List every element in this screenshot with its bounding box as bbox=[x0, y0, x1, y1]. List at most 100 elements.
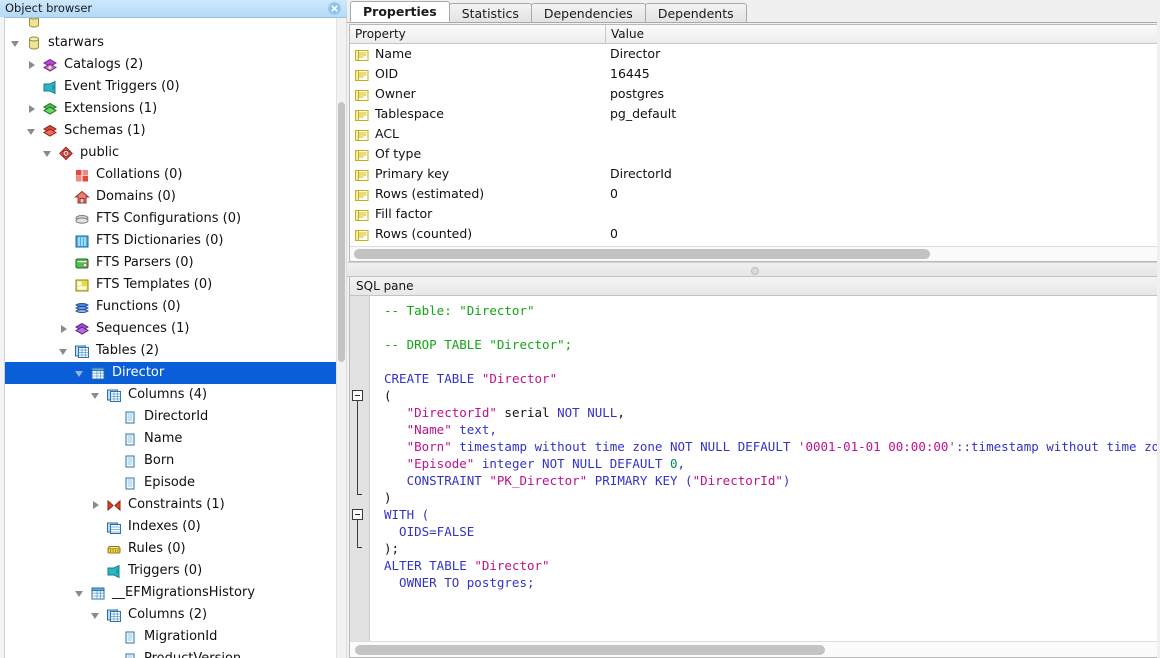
sql-line: ( bbox=[384, 387, 1157, 404]
catalogs-icon bbox=[42, 58, 59, 73]
properties-horizontal-scrollbar[interactable] bbox=[350, 246, 1157, 261]
chevron-right-icon[interactable] bbox=[27, 104, 38, 115]
tree-item[interactable]: Event Triggers (0) bbox=[5, 76, 346, 98]
tree-item-selected[interactable]: Director bbox=[5, 362, 346, 384]
fold-toggle-create-table[interactable] bbox=[352, 390, 363, 401]
tree-item[interactable] bbox=[5, 18, 346, 32]
tree-item[interactable]: public bbox=[5, 142, 346, 164]
chevron-down-icon[interactable] bbox=[75, 588, 86, 599]
tree-item[interactable]: FTS Configurations (0) bbox=[5, 208, 346, 230]
tree-item[interactable]: Triggers (0) bbox=[5, 560, 346, 582]
property-row[interactable]: Owner postgres bbox=[350, 84, 1157, 104]
property-name: Fill factor bbox=[375, 206, 433, 221]
tree-item[interactable]: FTS Dictionaries (0) bbox=[5, 230, 346, 252]
property-row[interactable]: Primary key DirectorId bbox=[350, 164, 1157, 184]
property-value: Director bbox=[610, 46, 661, 61]
tree-item[interactable]: Extensions (1) bbox=[5, 98, 346, 120]
tree-item-label: FTS Dictionaries (0) bbox=[96, 233, 224, 248]
tree-vertical-scrollbar[interactable] bbox=[336, 18, 346, 658]
tree-item[interactable]: MigrationId bbox=[5, 626, 346, 648]
properties-grid[interactable]: Property Value Name Director OID 16445 Owner… bbox=[349, 24, 1158, 262]
sql-token: , bbox=[677, 456, 686, 471]
sql-line: -- Table: "Director" bbox=[384, 302, 1157, 319]
sql-editor[interactable]: -- Table: "Director" -- DROP TABLE "Direc… bbox=[350, 296, 1157, 641]
column-header-property[interactable]: Property bbox=[350, 25, 606, 43]
pane-splitter[interactable] bbox=[347, 262, 1160, 277]
tab-statistics[interactable]: Statistics bbox=[448, 3, 532, 22]
property-row[interactable]: ACL bbox=[350, 124, 1157, 144]
splitter-grip[interactable] bbox=[750, 267, 759, 275]
columns-icon bbox=[106, 388, 123, 403]
tree-item-label: Extensions (1) bbox=[64, 101, 158, 116]
tree-item[interactable]: Catalogs (2) bbox=[5, 54, 346, 76]
column-icon bbox=[122, 454, 139, 469]
tree-item-label: starwars bbox=[48, 35, 104, 50]
tree-item[interactable]: ProductVersion bbox=[5, 648, 346, 658]
tree-item[interactable]: Sequences (1) bbox=[5, 318, 346, 340]
tree-item[interactable]: Columns (2) bbox=[5, 604, 346, 626]
fts-templates-icon bbox=[74, 278, 91, 293]
sql-token: "Director" bbox=[474, 558, 550, 573]
chevron-right-icon[interactable] bbox=[91, 500, 102, 511]
sql-fold-gutter[interactable] bbox=[350, 296, 370, 641]
tree-item-label: Episode bbox=[144, 475, 196, 490]
property-value: postgres bbox=[610, 86, 664, 101]
chevron-right-icon[interactable] bbox=[27, 60, 38, 71]
chevron-down-icon[interactable] bbox=[75, 368, 86, 379]
chevron-down-icon[interactable] bbox=[11, 38, 22, 49]
sql-token: integer NOT NULL DEFAULT bbox=[474, 456, 670, 471]
column-header-value[interactable]: Value bbox=[606, 25, 1157, 43]
tree-item[interactable]: Collations (0) bbox=[5, 164, 346, 186]
chevron-right-icon[interactable] bbox=[59, 324, 70, 335]
tree-item[interactable]: Rules (0) bbox=[5, 538, 346, 560]
tab-properties[interactable]: Properties bbox=[350, 1, 450, 22]
property-name: Of type bbox=[375, 146, 422, 161]
property-row[interactable]: OID 16445 bbox=[350, 64, 1157, 84]
property-row[interactable]: Tablespace pg_default bbox=[350, 104, 1157, 124]
tree-item[interactable]: Name bbox=[5, 428, 346, 450]
sql-line: WITH ( bbox=[384, 506, 1157, 523]
tree-item[interactable]: FTS Templates (0) bbox=[5, 274, 346, 296]
property-row[interactable]: Fill factor bbox=[350, 204, 1157, 224]
property-row[interactable]: Rows (counted) 0 bbox=[350, 224, 1157, 244]
close-icon[interactable] bbox=[328, 2, 341, 15]
fold-bracket-line bbox=[357, 520, 358, 547]
chevron-down-icon[interactable] bbox=[59, 346, 70, 357]
property-icon bbox=[354, 208, 369, 221]
property-row[interactable]: Rows (estimated) 0 bbox=[350, 184, 1157, 204]
fold-toggle-with[interactable] bbox=[352, 509, 363, 520]
tree-scroll-thumb[interactable] bbox=[338, 102, 345, 362]
tree-item[interactable]: __EFMigrationsHistory bbox=[5, 582, 346, 604]
tree-item[interactable]: Born bbox=[5, 450, 346, 472]
chevron-down-icon[interactable] bbox=[27, 126, 38, 137]
sql-code[interactable]: -- Table: "Director" -- DROP TABLE "Direc… bbox=[370, 296, 1157, 641]
tree-item[interactable]: Columns (4) bbox=[5, 384, 346, 406]
tree-item-label: __EFMigrationsHistory bbox=[112, 585, 256, 600]
properties-scroll-thumb[interactable] bbox=[354, 249, 930, 259]
tree-item[interactable]: starwars bbox=[5, 32, 346, 54]
property-value: 16445 bbox=[610, 66, 650, 81]
sql-token: timestamp without time zone NOT NULL DEF… bbox=[451, 439, 798, 454]
tab-dependencies[interactable]: Dependencies bbox=[530, 3, 646, 22]
sql-scroll-thumb[interactable] bbox=[355, 645, 825, 655]
property-row[interactable]: Name Director bbox=[350, 44, 1157, 64]
chevron-down-icon[interactable] bbox=[43, 148, 54, 159]
tree-item[interactable]: DirectorId bbox=[5, 406, 346, 428]
tree-item[interactable]: Indexes (0) bbox=[5, 516, 346, 538]
object-tree[interactable]: starwars Catalogs (2) Event Triggers (0) Ex… bbox=[4, 18, 347, 658]
tree-item[interactable]: Domains (0) bbox=[5, 186, 346, 208]
tree-item[interactable]: FTS Parsers (0) bbox=[5, 252, 346, 274]
tree-item[interactable]: Schemas (1) bbox=[5, 120, 346, 142]
chevron-down-icon[interactable] bbox=[91, 390, 102, 401]
tree-item[interactable]: Functions (0) bbox=[5, 296, 346, 318]
tree-item[interactable]: Tables (2) bbox=[5, 340, 346, 362]
tab-dependents[interactable]: Dependents bbox=[644, 3, 747, 22]
chevron-down-icon[interactable] bbox=[91, 610, 102, 621]
tree-item[interactable]: Constraints (1) bbox=[5, 494, 346, 516]
tree-item[interactable]: Episode bbox=[5, 472, 346, 494]
sql-horizontal-scrollbar[interactable] bbox=[350, 641, 1157, 657]
property-row[interactable]: Of type bbox=[350, 144, 1157, 164]
